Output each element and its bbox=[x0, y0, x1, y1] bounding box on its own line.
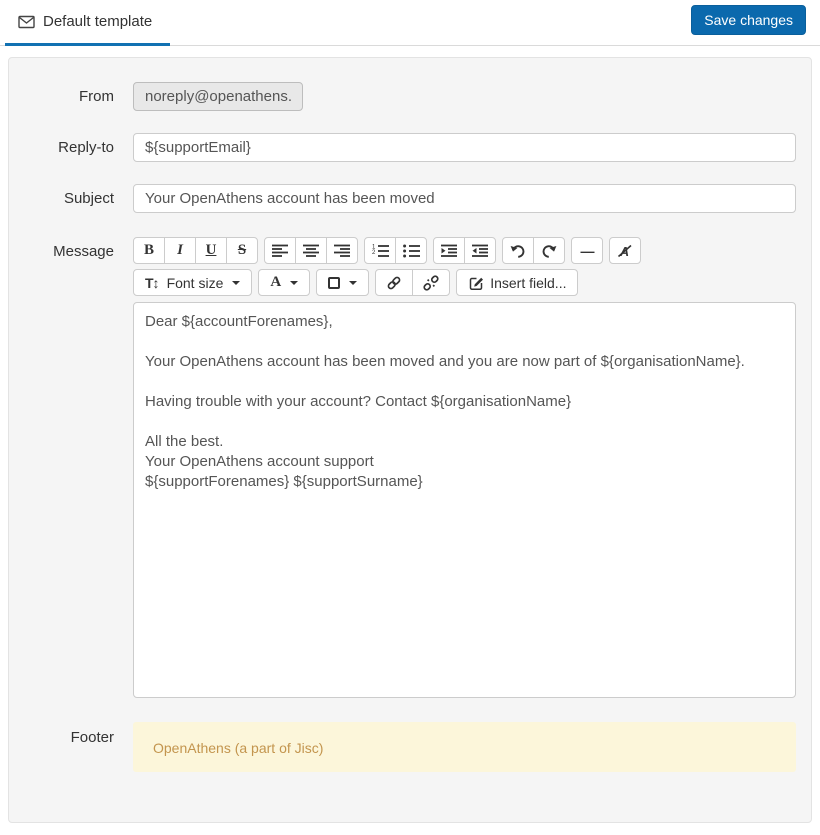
align-left-icon bbox=[272, 244, 288, 258]
remove-format-button[interactable]: A bbox=[609, 237, 641, 264]
bold-button[interactable]: B bbox=[133, 237, 165, 264]
message-textarea[interactable]: Dear ${accountForenames}, Your OpenAthen… bbox=[133, 302, 796, 698]
template-panel: From Reply-to Subject Message B I U S bbox=[8, 57, 812, 823]
indent-icon bbox=[441, 244, 457, 258]
message-toolbar-row1: B I U S 1 2 — bbox=[133, 237, 796, 264]
undo-button[interactable] bbox=[502, 237, 534, 264]
indent-button[interactable] bbox=[433, 237, 465, 264]
reply-to-input[interactable] bbox=[133, 133, 796, 162]
insert-field-label: Insert field... bbox=[490, 274, 567, 291]
redo-icon bbox=[541, 243, 557, 259]
message-label: Message bbox=[53, 243, 114, 260]
align-center-button[interactable] bbox=[295, 237, 327, 264]
footer-text: OpenAthens (a part of Jisc) bbox=[153, 740, 324, 756]
footer-row: Footer OpenAthens (a part of Jisc) bbox=[18, 722, 796, 772]
reply-to-label: Reply-to bbox=[58, 139, 114, 156]
outdent-icon bbox=[472, 244, 488, 258]
align-center-icon bbox=[303, 244, 319, 258]
underline-button[interactable]: U bbox=[195, 237, 227, 264]
remove-format-icon: A bbox=[617, 244, 633, 258]
align-right-button[interactable] bbox=[326, 237, 358, 264]
unlink-icon bbox=[423, 274, 439, 291]
reply-to-row: Reply-to bbox=[18, 133, 796, 162]
from-input bbox=[133, 82, 303, 111]
font-color-dropdown[interactable]: A bbox=[258, 269, 311, 296]
from-label: From bbox=[79, 88, 114, 105]
align-right-icon bbox=[334, 244, 350, 258]
unlink-button[interactable] bbox=[412, 269, 451, 296]
link-icon bbox=[386, 275, 402, 291]
strikethrough-button[interactable]: S bbox=[226, 237, 258, 264]
font-size-icon: T↕ bbox=[145, 274, 160, 291]
caret-down-icon bbox=[349, 280, 358, 285]
tab-label: Default template bbox=[43, 13, 153, 30]
background-color-icon bbox=[328, 276, 341, 289]
footer-box: OpenAthens (a part of Jisc) bbox=[133, 722, 796, 772]
insert-field-button[interactable]: Insert field... bbox=[456, 269, 579, 296]
save-changes-button[interactable]: Save changes bbox=[691, 5, 806, 35]
horizontal-rule-button[interactable]: — bbox=[571, 237, 603, 264]
caret-down-icon bbox=[232, 280, 241, 285]
unordered-list-button[interactable] bbox=[395, 237, 427, 264]
unordered-list-icon bbox=[402, 244, 420, 258]
subject-input[interactable] bbox=[133, 184, 796, 213]
subject-row: Subject bbox=[18, 184, 796, 213]
italic-button[interactable]: I bbox=[164, 237, 196, 264]
font-size-label: Font size bbox=[166, 274, 224, 291]
undo-icon bbox=[510, 243, 526, 259]
ordered-list-icon: 1 2 bbox=[372, 244, 389, 258]
from-row: From bbox=[18, 82, 796, 111]
tab-default-template[interactable]: Default template bbox=[5, 0, 171, 46]
caret-down-icon bbox=[290, 280, 299, 285]
ordered-list-button[interactable]: 1 2 bbox=[364, 237, 396, 264]
align-left-button[interactable] bbox=[264, 237, 296, 264]
envelope-icon bbox=[18, 15, 35, 29]
subject-label: Subject bbox=[63, 190, 114, 207]
font-size-dropdown[interactable]: T↕ Font size bbox=[133, 269, 253, 296]
link-button[interactable] bbox=[375, 269, 414, 296]
tab-bar: Default template Save changes bbox=[0, 0, 820, 46]
pencil-square-icon bbox=[468, 275, 484, 291]
svg-text:2: 2 bbox=[372, 250, 376, 256]
message-row: Message B I U S 1 2 — T↕ Font size A Ins… bbox=[18, 237, 796, 698]
message-toolbar-row2: T↕ Font size A Insert field... bbox=[133, 269, 796, 296]
background-color-dropdown[interactable] bbox=[316, 269, 370, 296]
font-color-icon: A bbox=[270, 274, 282, 290]
redo-button[interactable] bbox=[533, 237, 565, 264]
outdent-button[interactable] bbox=[464, 237, 496, 264]
footer-label: Footer bbox=[70, 729, 114, 746]
